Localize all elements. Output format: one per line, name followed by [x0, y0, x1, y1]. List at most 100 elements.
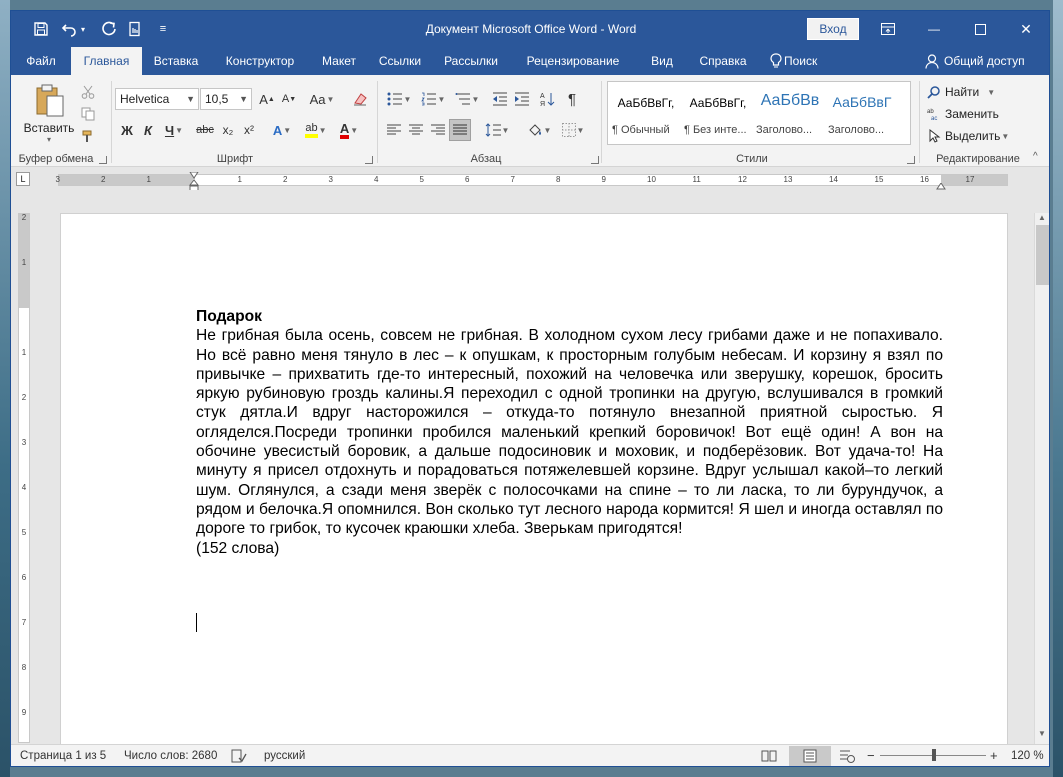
- word-count[interactable]: Число слов: 2680: [124, 744, 217, 766]
- borders-button[interactable]: ▼: [557, 119, 589, 141]
- document-text[interactable]: Подарок Не грибная была осень, совсем не…: [196, 307, 943, 558]
- style-no-spacing[interactable]: АаБбВвГг, ¶ Без инте...: [682, 82, 754, 144]
- customize-qat-button[interactable]: ≡: [151, 17, 175, 41]
- web-layout-button[interactable]: [839, 749, 855, 766]
- print-layout-button[interactable]: [789, 746, 831, 766]
- tab-home[interactable]: Главная: [71, 47, 142, 75]
- grow-font-button[interactable]: A ▲: [257, 88, 277, 110]
- format-painter-button[interactable]: [77, 125, 99, 147]
- document-paragraph: Не грибная была осень, совсем не грибная…: [196, 327, 943, 538]
- vertical-scrollbar[interactable]: ▲ ▼: [1034, 213, 1049, 744]
- language[interactable]: русский: [264, 744, 305, 766]
- style-normal[interactable]: АаБбВвГг, ¶ Обычный: [610, 82, 682, 144]
- ruler-tick: 17: [965, 175, 975, 184]
- text-effects-button[interactable]: A ▼: [269, 119, 295, 141]
- collapse-ribbon-button[interactable]: ^: [1033, 151, 1038, 162]
- tab-layout[interactable]: Макет: [310, 47, 368, 75]
- italic-button[interactable]: К: [139, 119, 157, 141]
- bold-button[interactable]: Ж: [117, 119, 137, 141]
- ribbon-display-options-button[interactable]: [865, 11, 911, 47]
- tell-me-search[interactable]: Поиск: [784, 47, 830, 75]
- align-right-button[interactable]: [427, 119, 449, 141]
- scrollbar-thumb[interactable]: [1036, 225, 1049, 285]
- tab-mailings[interactable]: Рассылки: [432, 47, 510, 75]
- touch-mode-button[interactable]: [123, 17, 147, 41]
- strikethrough-button[interactable]: abc: [193, 119, 217, 141]
- change-case-button[interactable]: Aa ▼: [307, 88, 337, 110]
- find-button[interactable]: Найти ▼: [927, 81, 995, 103]
- zoom-out-button[interactable]: −: [867, 744, 875, 766]
- vruler-tick: 2: [21, 213, 27, 222]
- increase-indent-button[interactable]: [511, 88, 533, 110]
- tab-file[interactable]: Файл: [11, 47, 71, 75]
- underline-button[interactable]: Ч ▼: [160, 119, 188, 141]
- vertical-ruler[interactable]: 2 1 1 2 3 4 5 6 7 8 9: [18, 213, 30, 743]
- style-heading-1[interactable]: АаБбВв Заголово...: [754, 82, 826, 144]
- numbered-list-icon: [420, 92, 436, 106]
- proofing-icon[interactable]: [231, 749, 247, 766]
- copy-icon: [81, 107, 95, 121]
- align-center-button[interactable]: [405, 119, 427, 141]
- tab-references[interactable]: Ссылки: [368, 47, 432, 75]
- font-color-button[interactable]: A ▼: [335, 119, 363, 141]
- align-left-button[interactable]: [383, 119, 405, 141]
- zoom-in-button[interactable]: +: [990, 744, 998, 766]
- clear-formatting-button[interactable]: [349, 88, 371, 110]
- show-formatting-button[interactable]: ¶: [561, 88, 583, 110]
- ruler-tick: 10: [647, 175, 656, 184]
- web-layout-icon: [840, 750, 855, 763]
- save-button[interactable]: [29, 17, 53, 41]
- copy-button[interactable]: [77, 103, 99, 125]
- undo-dropdown[interactable]: ▾: [77, 17, 89, 41]
- justify-button[interactable]: [449, 119, 471, 141]
- superscript-button[interactable]: x²: [239, 119, 259, 141]
- maximize-icon: [974, 23, 986, 35]
- cut-button[interactable]: [77, 81, 99, 103]
- ruler-tick: 7: [510, 175, 515, 184]
- scroll-down-icon[interactable]: ▼: [1038, 729, 1046, 738]
- maximize-button[interactable]: [957, 11, 1003, 47]
- numbering-button[interactable]: ▼: [417, 88, 449, 110]
- multilevel-list-button[interactable]: ▼: [451, 88, 483, 110]
- share-button[interactable]: Общий доступ: [944, 47, 1034, 75]
- highlight-button[interactable]: ab ▼: [301, 119, 331, 141]
- scroll-up-icon[interactable]: ▲: [1038, 213, 1046, 222]
- minimize-button[interactable]: —: [911, 11, 957, 47]
- paragraph-launcher[interactable]: [591, 156, 599, 164]
- font-color-icon: A: [339, 122, 350, 139]
- style-name: Заголово...: [756, 124, 813, 136]
- subscript-button[interactable]: x₂: [218, 119, 238, 141]
- page-count[interactable]: Страница 1 из 5: [20, 744, 106, 766]
- shrink-font-button[interactable]: A ▼: [279, 88, 299, 110]
- zoom-slider-thumb[interactable]: [931, 749, 936, 761]
- font-launcher[interactable]: [365, 156, 373, 164]
- replace-button[interactable]: ab ac Заменить: [927, 103, 999, 125]
- tab-review[interactable]: Рецензирование: [510, 47, 636, 75]
- style-heading-2[interactable]: АаБбВвГ Заголово...: [826, 82, 898, 144]
- sort-button[interactable]: АЯ: [537, 88, 559, 110]
- zoom-level[interactable]: 120 %: [1011, 744, 1044, 766]
- decrease-indent-button[interactable]: [489, 88, 511, 110]
- styles-launcher[interactable]: [907, 156, 915, 164]
- clipboard-launcher[interactable]: [99, 156, 107, 164]
- select-label: Выделить: [945, 129, 1001, 143]
- shading-button[interactable]: ▼: [523, 119, 555, 141]
- line-spacing-button[interactable]: ▼: [481, 119, 513, 141]
- font-name-combo[interactable]: Helvetica ▼: [115, 88, 199, 110]
- font-size-combo[interactable]: 10,5 ▼: [200, 88, 252, 110]
- tab-view[interactable]: Вид: [636, 47, 688, 75]
- close-button[interactable]: ✕: [1003, 11, 1049, 47]
- touch-icon: [129, 21, 140, 37]
- tab-design[interactable]: Конструктор: [210, 47, 310, 75]
- tab-help[interactable]: Справка: [688, 47, 758, 75]
- tab-insert[interactable]: Вставка: [142, 47, 210, 75]
- group-separator: [919, 81, 920, 163]
- horizontal-ruler[interactable]: 3 2 1 1 2 3 4 5 6 7 8 9 10 11 12 13 14 15 16 17: [56, 174, 1008, 186]
- select-button[interactable]: Выделить ▼: [927, 125, 1009, 147]
- redo-button[interactable]: [97, 17, 121, 41]
- read-mode-button[interactable]: [761, 749, 777, 766]
- tab-selector[interactable]: L: [16, 172, 30, 186]
- paste-button[interactable]: Вставить ▾: [23, 81, 75, 145]
- sign-in-button[interactable]: Вход: [807, 18, 859, 40]
- bullets-button[interactable]: ▼: [383, 88, 415, 110]
